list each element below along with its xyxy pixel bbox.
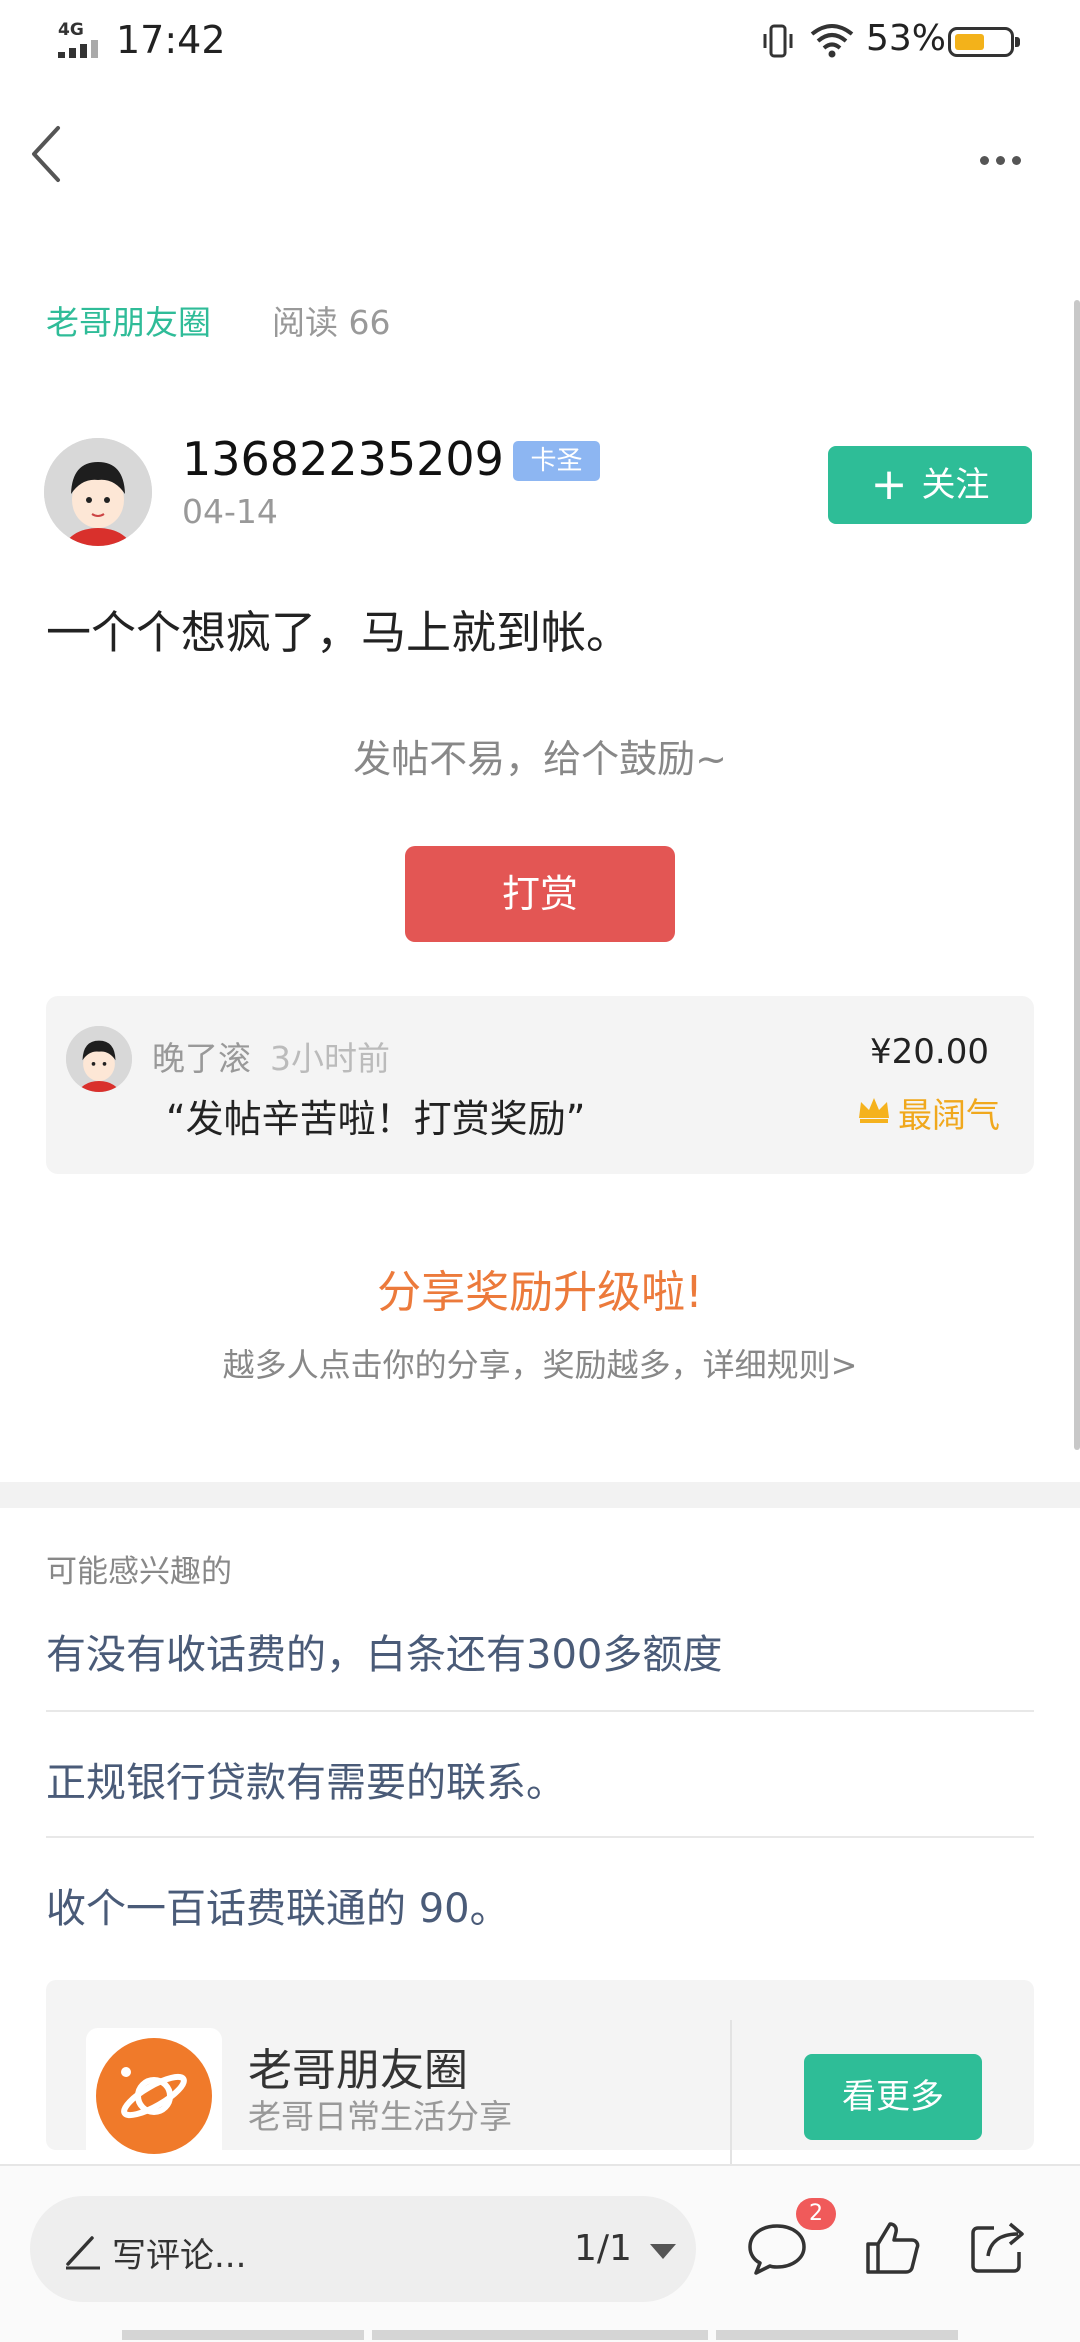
section-divider: [0, 1482, 1080, 1508]
circle-logo-icon: [86, 2028, 222, 2164]
signal-icon: [58, 40, 102, 58]
tip-tag: 最阔气: [898, 1096, 1000, 1136]
comment-icon[interactable]: [746, 2220, 808, 2282]
divider: [46, 1710, 1034, 1712]
circle-link[interactable]: 老哥朋友圈: [46, 296, 211, 344]
share-rules-link[interactable]: 越多人点击你的分享，奖励越多，详细规则>: [0, 1340, 1080, 1386]
reward-record[interactable]: [46, 996, 1034, 1174]
plus-icon: +: [870, 459, 908, 510]
author-avatar[interactable]: [44, 438, 152, 546]
post-content: 一个个想疯了，马上就到帐。: [46, 606, 632, 659]
crown-icon: [856, 1094, 892, 1128]
clock: 17:42: [116, 18, 226, 62]
comment-count-badge: 2: [796, 2198, 836, 2230]
author-badge: 卡圣: [513, 441, 600, 481]
share-icon[interactable]: [968, 2220, 1028, 2280]
tipper-avatar: [66, 1026, 132, 1092]
circle-card-desc: 老哥日常生活分享: [248, 2097, 512, 2136]
related-post[interactable]: 收个一百话费联通的 90。: [46, 1876, 510, 1934]
network-type: 4G: [58, 20, 84, 40]
back-arrow-icon[interactable]: [28, 124, 68, 184]
nav-indicator: [372, 2330, 708, 2340]
battery-percent: 53%: [866, 18, 947, 59]
nav-indicator: [716, 2330, 958, 2340]
more-dots-icon[interactable]: [980, 150, 1028, 169]
reward-button[interactable]: 打赏: [405, 846, 675, 942]
post-date: 04-14: [182, 492, 278, 531]
page-indicator[interactable]: 1/1: [574, 2228, 632, 2269]
tip-time: 3小时前: [270, 1039, 390, 1078]
related-post[interactable]: 正规银行贷款有需要的联系。: [46, 1750, 566, 1808]
battery-icon: [948, 27, 1020, 57]
share-title: 分享奖励升级啦!: [377, 1267, 703, 1318]
author-username[interactable]: 13682235209: [182, 432, 504, 486]
read-count: 阅读 66: [272, 303, 391, 342]
vibrate-icon: [760, 22, 796, 66]
divider: [46, 1836, 1034, 1838]
follow-label: 关注: [921, 465, 990, 505]
status-bar: 4G 17:42 53%: [0, 0, 1080, 84]
see-more-button[interactable]: 看更多: [804, 2054, 982, 2140]
divider: [730, 2020, 732, 2170]
related-post[interactable]: 有没有收话费的，白条还有300多额度: [46, 1622, 722, 1680]
caret-down-icon[interactable]: [650, 2244, 676, 2259]
comment-placeholder[interactable]: 写评论...: [112, 2228, 246, 2277]
tip-amount: ¥20.00: [870, 1032, 989, 1072]
tipper-name: 晚了滚: [152, 1039, 251, 1078]
wifi-icon: [808, 20, 856, 64]
circle-card-name: 老哥朋友圈: [248, 2045, 468, 2096]
reward-prompt: 发帖不易，给个鼓励~: [353, 737, 727, 781]
like-icon[interactable]: [862, 2218, 922, 2282]
tip-message: “发帖辛苦啦！打赏奖励”: [166, 1097, 586, 1141]
pencil-icon: [62, 2230, 104, 2276]
follow-button[interactable]: + 关注: [828, 446, 1032, 524]
nav-indicator: [122, 2330, 364, 2340]
interest-title: 可能感兴趣的: [46, 1554, 232, 1590]
